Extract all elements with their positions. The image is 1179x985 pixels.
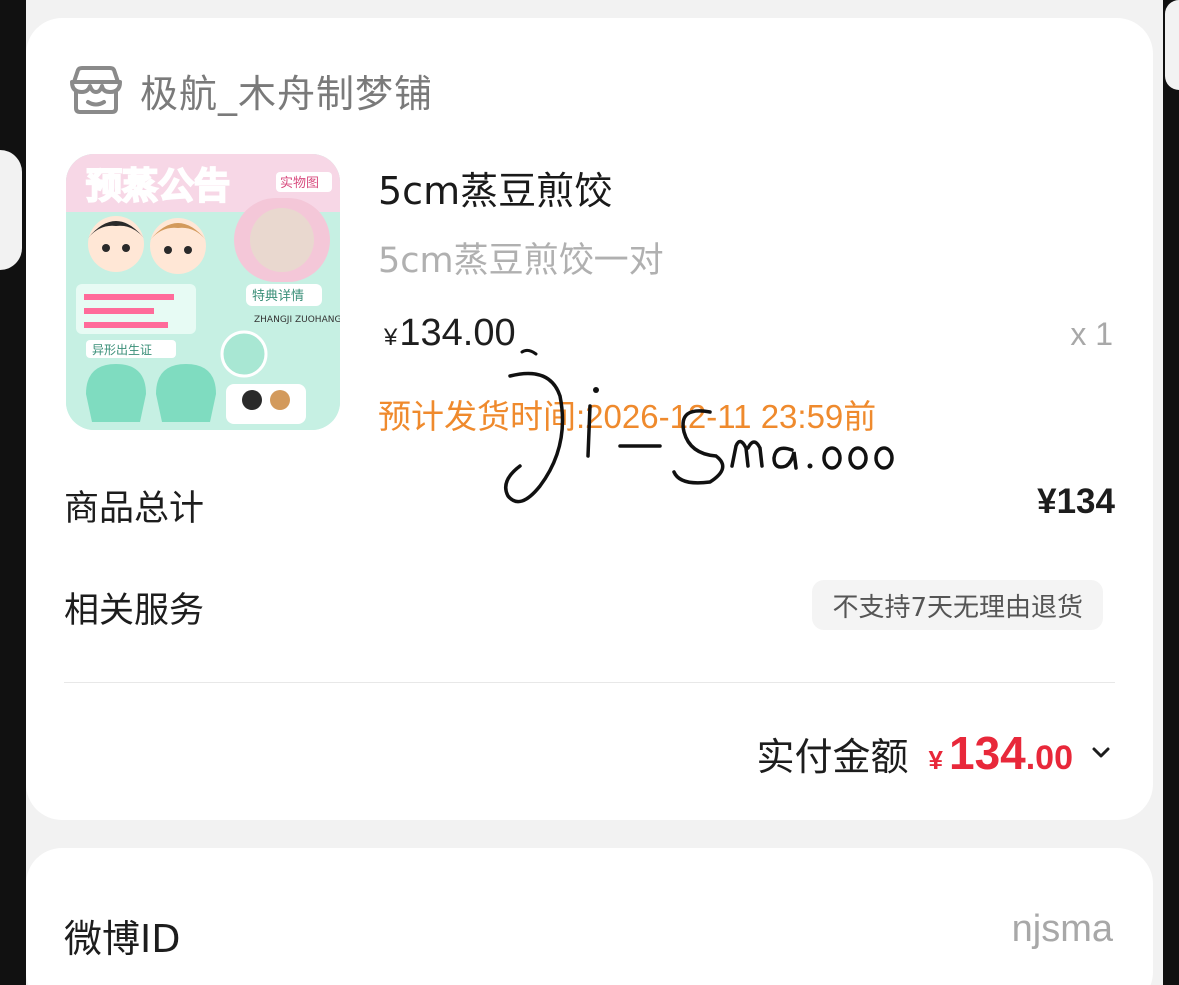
screen-edge-right xyxy=(1163,0,1179,985)
thumb-tag-photo: 实物图 xyxy=(280,176,319,191)
screen-edge-left xyxy=(0,0,26,985)
store-icon xyxy=(70,66,122,114)
shop-name: 极航_木舟制梦铺 xyxy=(140,71,434,116)
product-title[interactable]: 5cm蒸豆煎饺 xyxy=(378,160,612,215)
thumb-caption: ZHANGJI ZUOHANG xyxy=(254,315,340,325)
thumb-tag-details: 特典详情 xyxy=(252,289,304,304)
weibo-id-label: 微博ID xyxy=(64,917,181,961)
product-thumbnail[interactable]: 预蒸公告 实物图 特典详情 ZHANGJI ZUOHANG 异形出生证 xyxy=(66,154,340,430)
paid-decimal: .00 xyxy=(1025,739,1073,777)
screen-edge-right-notch xyxy=(1165,0,1179,90)
paid-label: 实付金额 xyxy=(756,734,909,779)
thumb-tag-birth: 异形出生证 xyxy=(92,343,152,357)
price-value: 134.00 xyxy=(399,312,516,354)
paid-currency: ¥ xyxy=(928,745,943,775)
chevron-down-icon[interactable] xyxy=(1087,739,1115,767)
subtotal-label: 商品总计 xyxy=(64,489,205,529)
product-price: ¥134.00 xyxy=(384,312,516,355)
price-currency: ¥ xyxy=(384,324,398,351)
subtotal-value: ¥134 xyxy=(1037,482,1115,521)
thumb-banner: 预蒸公告 xyxy=(86,166,230,207)
divider xyxy=(64,682,1115,683)
info-card: 微博ID njsma xyxy=(26,848,1153,985)
product-variant: 5cm蒸豆煎饺一对 xyxy=(378,241,664,281)
shipping-estimate: 预计发货时间:2026-12-11 23:59前 xyxy=(378,398,877,435)
paid-amount: ¥ 134 .00 xyxy=(929,726,1073,780)
shop-header[interactable]: 极航_木舟制梦铺 xyxy=(68,62,433,118)
screen-edge-left-notch xyxy=(0,150,22,270)
weibo-id-value: njsma xyxy=(1011,908,1113,950)
paid-amount-row[interactable]: 实付金额 ¥ 134 .00 xyxy=(757,720,1116,786)
product-image: 预蒸公告 实物图 特典详情 ZHANGJI ZUOHANG 异形出生证 xyxy=(66,154,340,430)
order-card: 极航_木舟制梦铺 预蒸公告 实物图 特典详情 ZHANGJI ZUOHANG 异… xyxy=(26,18,1153,820)
product-quantity: x 1 xyxy=(1070,316,1113,352)
service-label: 相关服务 xyxy=(64,591,205,631)
paid-integer: 134 xyxy=(948,727,1026,779)
service-badge: 不支持7天无理由退货 xyxy=(812,580,1103,630)
